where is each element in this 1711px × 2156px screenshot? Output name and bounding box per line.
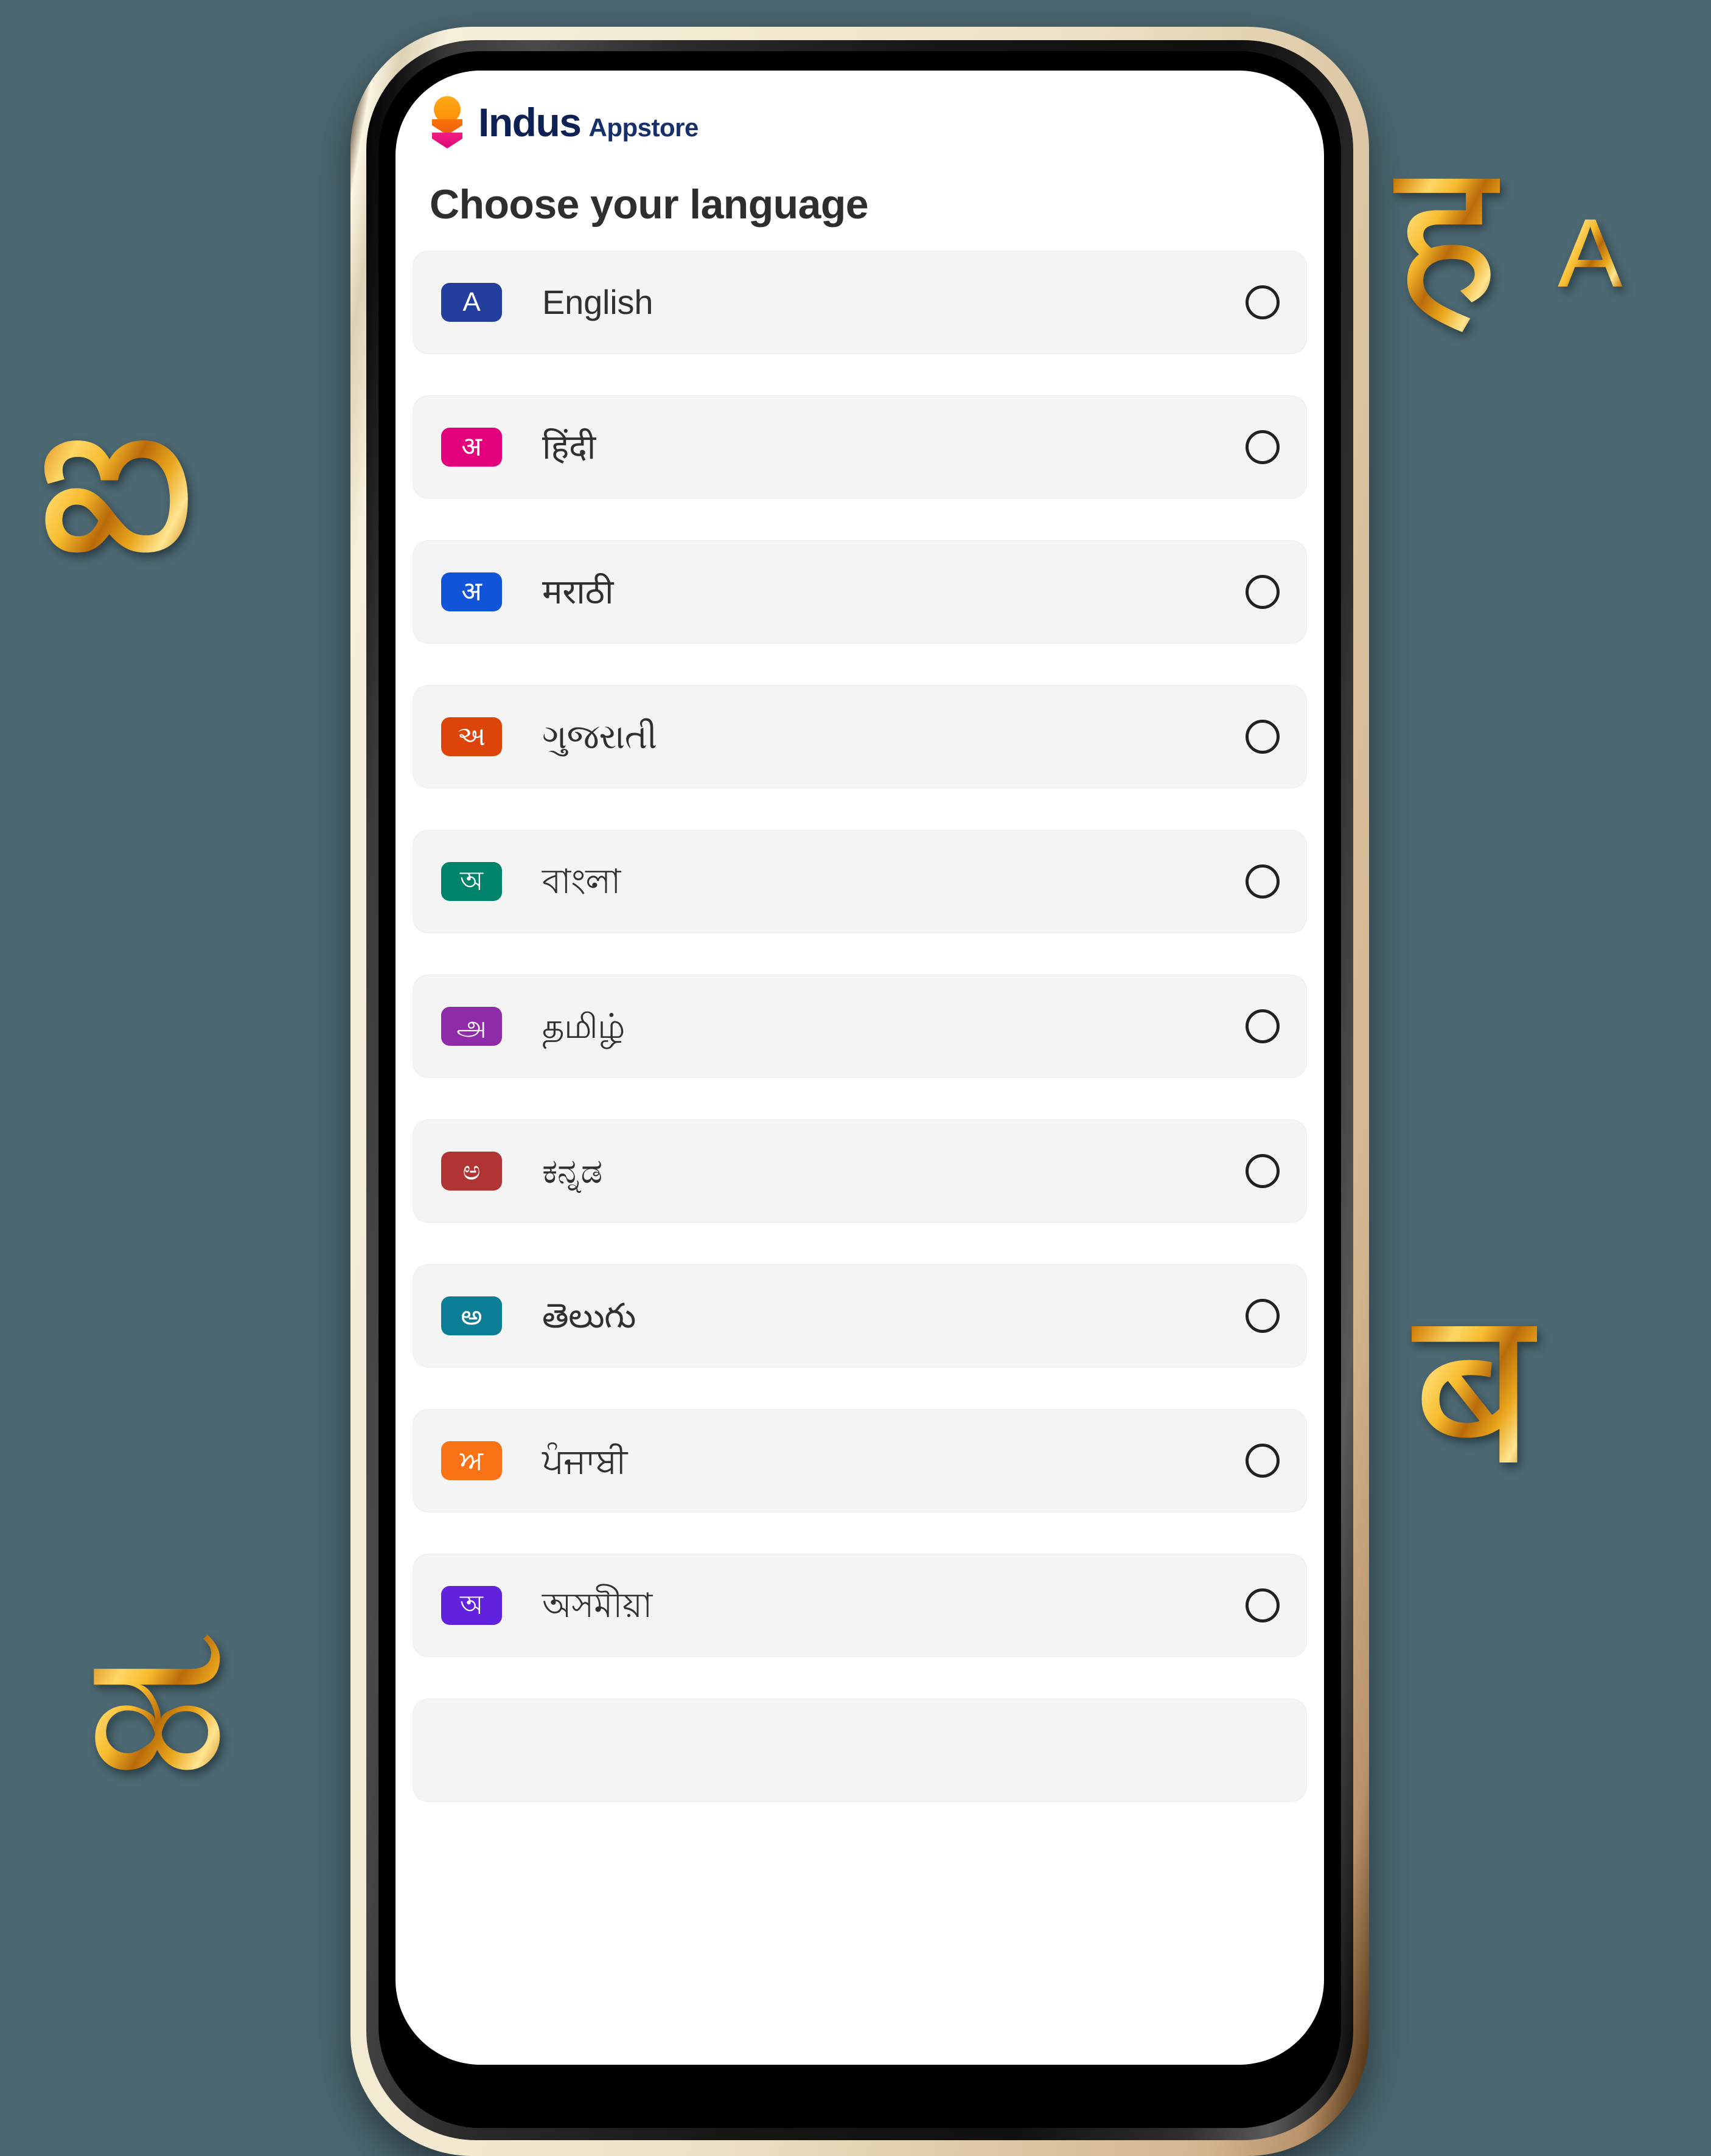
language-radio-button[interactable] xyxy=(1246,575,1280,609)
language-radio-button[interactable] xyxy=(1246,1154,1280,1188)
language-row[interactable]: ਅ ਪੰਜਾਬੀ xyxy=(413,1409,1307,1512)
page-title: Choose your language xyxy=(430,181,869,228)
indus-logo-mark-icon xyxy=(430,96,465,148)
language-radio-button[interactable] xyxy=(1246,285,1280,319)
language-script-badge: অ xyxy=(441,1586,502,1625)
language-name-label: বাংলা xyxy=(542,861,621,900)
language-name-label: English xyxy=(542,282,653,321)
language-row[interactable]: અ ગુજરાતી xyxy=(413,685,1307,788)
language-script-badge: અ xyxy=(441,717,502,756)
language-radio-button[interactable] xyxy=(1246,1444,1280,1478)
language-row[interactable] xyxy=(413,1699,1307,1802)
language-row[interactable]: అ తెలుగు xyxy=(413,1264,1307,1368)
language-row[interactable]: ಅ ಕನ್ನಡ xyxy=(413,1119,1307,1223)
language-name-label: हिंदी xyxy=(542,427,596,466)
language-name-label: ਪੰਜਾਬੀ xyxy=(542,1441,627,1480)
language-script-badge: ਅ xyxy=(441,1441,502,1480)
logo-dot-icon xyxy=(434,96,461,123)
language-name-label: मराठी xyxy=(542,572,614,611)
appstore-language-screen: Indus Appstore Choose your language A Eng… xyxy=(396,71,1324,2065)
language-name-label: తెలుగు xyxy=(542,1296,636,1335)
phone-mockup: Indus Appstore Choose your language A Eng… xyxy=(350,27,1369,2156)
language-radio-button[interactable] xyxy=(1246,1299,1280,1333)
language-radio-button[interactable] xyxy=(1246,1009,1280,1043)
gold-letter-devanagari-ha-icon: ह xyxy=(1393,122,1500,346)
language-script-badge: A xyxy=(441,283,502,322)
language-script-badge: अ xyxy=(441,572,502,611)
logo-brand-text: Indus xyxy=(478,100,582,145)
language-radio-button[interactable] xyxy=(1246,430,1280,464)
language-radio-button[interactable] xyxy=(1246,1588,1280,1622)
language-script-badge: অ xyxy=(441,862,502,901)
gold-letter-telugu-ai-icon: ఐ xyxy=(37,352,196,597)
language-row[interactable]: অ অসমীয়া xyxy=(413,1554,1307,1657)
logo-wordmark: Indus Appstore xyxy=(478,102,699,142)
gold-letter-devanagari-ba-icon: ब xyxy=(1412,1265,1537,1509)
gold-letter-latin-a-icon: A xyxy=(1558,198,1623,307)
gold-letter-kannada-ha-icon: ಹ xyxy=(85,1582,229,1813)
language-radio-button[interactable] xyxy=(1246,864,1280,899)
language-list: A English अ हिंदी अ मराठी અ ગુજરાતી অ বাংলা அ தமிழ்… xyxy=(413,251,1307,2065)
language-script-badge: ಅ xyxy=(441,1152,502,1191)
language-row[interactable]: அ தமிழ் xyxy=(413,975,1307,1078)
logo-chevron-pink-icon xyxy=(432,133,462,148)
logo-subbrand-text: Appstore xyxy=(588,113,699,142)
language-name-label: தமிழ் xyxy=(542,1006,626,1045)
language-script-badge: அ xyxy=(441,1007,502,1046)
language-radio-button[interactable] xyxy=(1246,720,1280,754)
phone-screen: Indus Appstore Choose your language A Eng… xyxy=(396,71,1324,2065)
indus-appstore-logo: Indus Appstore xyxy=(430,96,699,148)
language-script-badge: అ xyxy=(441,1296,502,1335)
language-row[interactable]: अ हिंदी xyxy=(413,395,1307,499)
language-name-label: ગુજરાતી xyxy=(542,717,657,756)
language-name-label: ಕನ್ನಡ xyxy=(542,1151,602,1190)
language-row[interactable]: অ বাংলা xyxy=(413,830,1307,933)
language-row[interactable]: अ मराठी xyxy=(413,540,1307,644)
language-name-label: অসমীয়া xyxy=(542,1585,653,1624)
language-script-badge: अ xyxy=(441,428,502,467)
language-row[interactable]: A English xyxy=(413,251,1307,354)
